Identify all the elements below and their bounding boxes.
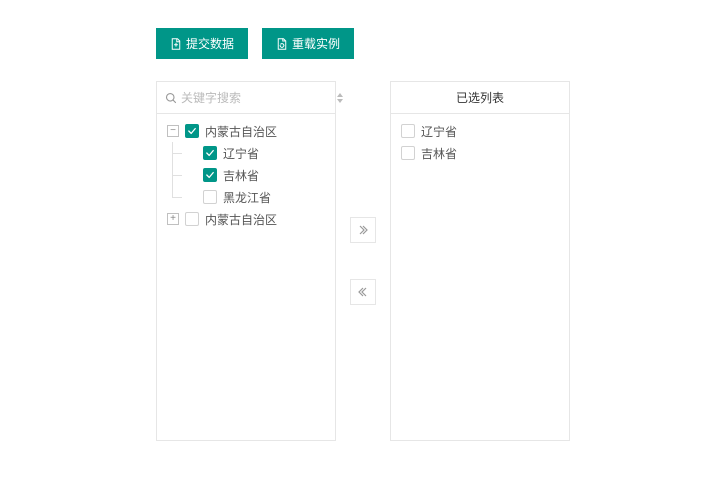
submit-button-label: 提交数据 (186, 35, 234, 52)
reload-button-label: 重载实例 (292, 35, 340, 52)
checkbox[interactable] (203, 168, 217, 182)
tree-item[interactable]: − 内蒙古自治区 (157, 120, 335, 142)
selected-header-label: 已选列表 (456, 89, 504, 106)
checkbox[interactable] (203, 190, 217, 204)
tree-leaf-spacer (185, 191, 197, 203)
selected-panel: 已选列表 辽宁省 吉林省 (390, 81, 570, 441)
list-item-label: 吉林省 (421, 145, 457, 162)
checkbox[interactable] (185, 124, 199, 138)
source-tree: − 内蒙古自治区 辽宁省 (157, 114, 335, 236)
transfer: − 内蒙古自治区 辽宁省 (156, 81, 710, 441)
checkbox[interactable] (401, 124, 415, 138)
selected-header: 已选列表 (391, 82, 569, 114)
search-row (157, 82, 335, 114)
tree-item-label: 辽宁省 (223, 145, 259, 162)
tree-collapse-icon[interactable]: − (167, 125, 179, 137)
selected-list: 辽宁省 吉林省 (391, 114, 569, 170)
list-item-label: 辽宁省 (421, 123, 457, 140)
tree-item-label: 内蒙古自治区 (205, 123, 277, 140)
tree-item[interactable]: 吉林省 (157, 164, 335, 186)
tree-item[interactable]: + 内蒙古自治区 (157, 208, 335, 230)
tree-leaf-spacer (185, 169, 197, 181)
list-item[interactable]: 辽宁省 (391, 120, 569, 142)
tree-item[interactable]: 黑龙江省 (157, 186, 335, 208)
reload-button[interactable]: 重载实例 (262, 28, 354, 59)
tree-item-label: 黑龙江省 (223, 189, 271, 206)
toolbar: 提交数据 重载实例 (156, 28, 710, 59)
tree-expand-icon[interactable]: + (167, 213, 179, 225)
checkbox[interactable] (203, 146, 217, 160)
submit-button[interactable]: 提交数据 (156, 28, 248, 59)
source-panel: − 内蒙古自治区 辽宁省 (156, 81, 336, 441)
tree-leaf-spacer (185, 147, 197, 159)
move-right-button[interactable] (350, 217, 376, 243)
doc-reload-icon (276, 38, 288, 50)
transfer-controls (350, 217, 376, 305)
move-left-button[interactable] (350, 279, 376, 305)
doc-add-icon (170, 38, 182, 50)
tree-item-label: 吉林省 (223, 167, 259, 184)
checkbox[interactable] (185, 212, 199, 226)
list-item[interactable]: 吉林省 (391, 142, 569, 164)
checkbox[interactable] (401, 146, 415, 160)
tree-item-label: 内蒙古自治区 (205, 211, 277, 228)
search-icon (165, 92, 177, 104)
sort-icon[interactable] (336, 93, 344, 103)
tree-item[interactable]: 辽宁省 (157, 142, 335, 164)
search-input[interactable] (181, 91, 336, 105)
